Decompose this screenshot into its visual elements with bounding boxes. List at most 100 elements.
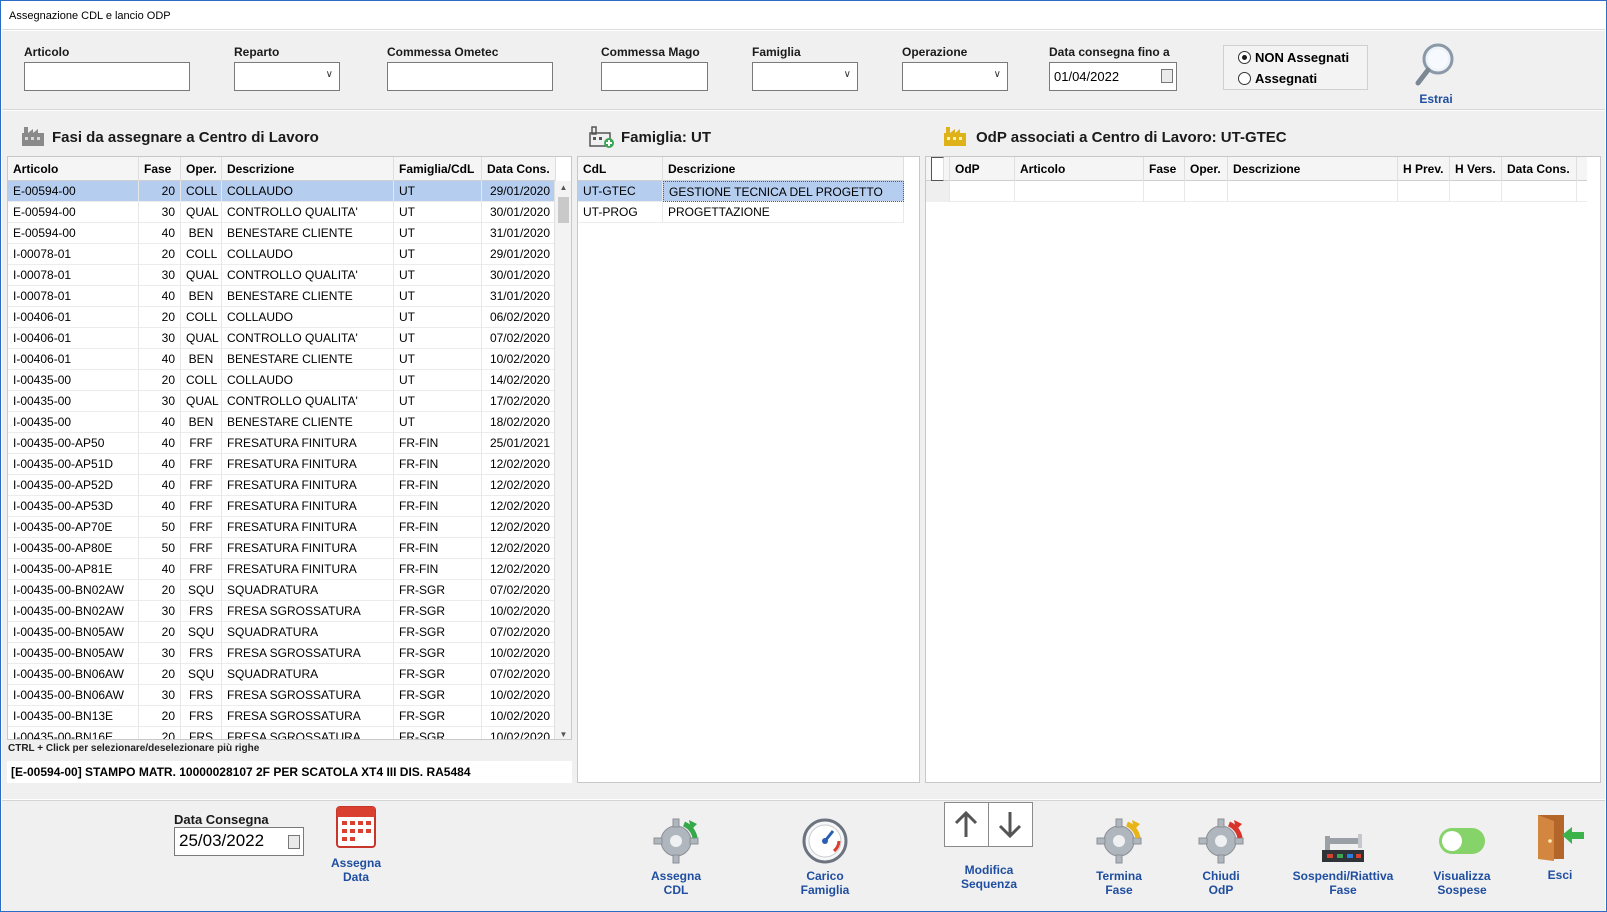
esci-button[interactable]: Esci xyxy=(1532,811,1588,882)
table-row[interactable]: I-00406-01 40 BEN BENESTARE CLIENTE UT 10/02/… xyxy=(8,349,556,370)
radio-non-assegnati[interactable]: NON Assegnati xyxy=(1238,50,1349,65)
odp-table[interactable]: OdP Articolo Fase Oper. Descrizione H Pr… xyxy=(925,156,1601,783)
col-h-vers[interactable]: H Vers. xyxy=(1450,157,1502,181)
exit-door-icon xyxy=(1538,815,1584,861)
cdl-row[interactable]: UT-PROG PROGETTAZIONE xyxy=(578,202,904,223)
col-oper[interactable]: Oper. xyxy=(181,157,222,181)
table-row[interactable]: I-00435-00-AP81E 40 FRF FRESATURA FINITURA F… xyxy=(8,559,556,580)
col-famiglia-cdl[interactable]: Famiglia/CdL xyxy=(394,157,482,181)
table-row[interactable]: I-00435-00-AP70E 50 FRF FRESATURA FINITURA F… xyxy=(8,517,556,538)
arrow-down-icon[interactable] xyxy=(988,802,1033,847)
col-data-cons[interactable]: Data Cons. xyxy=(482,157,556,181)
fasi-scrollbar[interactable]: ▲ ▼ xyxy=(554,181,571,739)
table-row[interactable]: I-00435-00 30 QUAL CONTROLLO QUALITA' UT 17/0… xyxy=(8,391,556,412)
table-row[interactable]: I-00406-01 30 QUAL CONTROLLO QUALITA' UT 07/0… xyxy=(8,328,556,349)
table-row[interactable]: I-00435-00-AP53D 40 FRF FRESATURA FINITURA F… xyxy=(8,496,556,517)
table-cell: 20 xyxy=(139,622,181,643)
table-row[interactable]: I-00406-01 20 COLL COLLAUDO UT 06/02/2020 xyxy=(8,307,556,328)
articolo-input[interactable] xyxy=(24,62,190,91)
table-cell: 07/02/2020 xyxy=(482,664,556,685)
table-cell: 30/01/2020 xyxy=(482,265,556,286)
commessa-mago-input[interactable] xyxy=(601,62,708,91)
table-cell: I-00435-00-BN16E xyxy=(8,727,139,739)
data-consegna-input[interactable]: 25/03/2022 xyxy=(174,827,304,856)
table-row[interactable]: I-00078-01 40 BEN BENESTARE CLIENTE UT 31/01/… xyxy=(8,286,556,307)
table-cell: FRESA SGROSSATURA xyxy=(222,601,394,622)
col-odp-articolo[interactable]: Articolo xyxy=(1015,157,1144,181)
assegna-cdl-label: Assegna CDL xyxy=(650,869,702,897)
table-row[interactable]: E-00594-00 20 COLL COLLAUDO UT 29/01/2020 xyxy=(8,181,556,202)
cdl-row[interactable]: UT-GTEC GESTIONE TECNICA DEL PROGETTO xyxy=(578,181,904,202)
radio-assegnati[interactable]: Assegnati xyxy=(1238,71,1317,86)
table-cell: SQU xyxy=(181,580,222,601)
table-row[interactable]: I-00435-00-BN16E 20 FRS FRESA SGROSSATURA FR… xyxy=(8,727,556,739)
sospendi-riattiva-button[interactable]: Sospendi/Riattiva Fase xyxy=(1285,816,1401,897)
table-row[interactable]: E-00594-00 40 BEN BENESTARE CLIENTE UT 31/01/… xyxy=(8,223,556,244)
col-descrizione[interactable]: Descrizione xyxy=(222,157,394,181)
table-cell: 20 xyxy=(139,706,181,727)
table-cell: 20 xyxy=(139,244,181,265)
assegna-cdl-button[interactable]: Assegna CDL xyxy=(640,816,712,897)
visualizza-sospese-button[interactable]: Visualizza Sospese xyxy=(1425,816,1499,897)
table-cell: FRS xyxy=(181,643,222,664)
col-cdl-descrizione[interactable]: Descrizione xyxy=(663,157,904,181)
termina-fase-button[interactable]: Termina Fase xyxy=(1082,816,1156,897)
arrow-up-icon[interactable] xyxy=(944,802,989,847)
modifica-sequenza-button[interactable]: Modifica Sequenza xyxy=(943,801,1035,891)
table-row[interactable]: I-00435-00-BN06AW 20 SQU SQUADRATURA FR-SGR 0… xyxy=(8,664,556,685)
table-row[interactable]: I-00435-00-AP52D 40 FRF FRESATURA FINITURA F… xyxy=(8,475,556,496)
operazione-select[interactable]: ∨ xyxy=(902,62,1008,91)
table-cell: QUAL xyxy=(181,328,222,349)
table-cell: FRF xyxy=(181,454,222,475)
col-odp-data-cons[interactable]: Data Cons. xyxy=(1502,157,1577,181)
carico-famiglia-button[interactable]: Carico Famiglia xyxy=(788,816,862,897)
calendar-icon[interactable] xyxy=(288,835,300,849)
scroll-up-icon[interactable]: ▲ xyxy=(555,183,571,192)
calendar-icon[interactable] xyxy=(1161,69,1173,83)
col-select-all[interactable] xyxy=(926,157,950,181)
assegna-data-button[interactable]: Assegna Data xyxy=(322,801,390,884)
col-cdl[interactable]: CdL xyxy=(578,157,663,181)
table-cell: FR-FIN xyxy=(394,475,482,496)
fasi-table[interactable]: Articolo Fase Oper. Descrizione Famiglia… xyxy=(7,156,572,740)
table-cell: 10/02/2020 xyxy=(482,601,556,622)
table-row[interactable]: I-00435-00 40 BEN BENESTARE CLIENTE UT 18/02/… xyxy=(8,412,556,433)
table-cell: 20 xyxy=(139,727,181,739)
col-odp[interactable]: OdP xyxy=(950,157,1015,181)
col-h-prev[interactable]: H Prev. xyxy=(1398,157,1450,181)
table-cell: 14/02/2020 xyxy=(482,370,556,391)
table-row[interactable]: I-00435-00-BN06AW 30 FRS FRESA SGROSSATURA F… xyxy=(8,685,556,706)
table-row[interactable]: I-00435-00-AP80E 50 FRF FRESATURA FINITURA F… xyxy=(8,538,556,559)
reparto-select[interactable]: ∨ xyxy=(234,62,340,91)
table-row[interactable]: I-00435-00 20 COLL COLLAUDO UT 14/02/2020 xyxy=(8,370,556,391)
checkbox-icon[interactable] xyxy=(931,157,944,181)
cdl-table[interactable]: CdL Descrizione UT-GTEC GESTIONE TECNICA… xyxy=(577,156,920,783)
visualizza-sospese-label: Visualizza Sospese xyxy=(1433,869,1491,897)
scroll-down-icon[interactable]: ▼ xyxy=(555,730,571,739)
commessa-ometec-input[interactable] xyxy=(387,62,553,91)
table-row[interactable]: I-00435-00-BN05AW 30 FRS FRESA SGROSSATURA F… xyxy=(8,643,556,664)
table-cell: SQU xyxy=(181,622,222,643)
table-row[interactable]: I-00078-01 20 COLL COLLAUDO UT 29/01/2020 xyxy=(8,244,556,265)
table-row[interactable]: I-00435-00-AP51D 40 FRF FRESATURA FINITURA F… xyxy=(8,454,556,475)
col-articolo[interactable]: Articolo xyxy=(8,157,139,181)
chiudi-odp-button[interactable]: Chiudi OdP xyxy=(1184,816,1258,897)
col-fase[interactable]: Fase xyxy=(139,157,181,181)
col-odp-oper[interactable]: Oper. xyxy=(1185,157,1228,181)
table-row[interactable]: I-00435-00-AP50 40 FRF FRESATURA FINITURA FR… xyxy=(8,433,556,454)
table-row[interactable]: E-00594-00 30 QUAL CONTROLLO QUALITA' UT 30/0… xyxy=(8,202,556,223)
table-cell: FR-SGR xyxy=(394,685,482,706)
table-cell: FR-FIN xyxy=(394,559,482,580)
table-row[interactable]: I-00435-00-BN02AW 20 SQU SQUADRATURA FR-SGR 0… xyxy=(8,580,556,601)
estrai-button[interactable]: Estrai xyxy=(1412,41,1460,106)
famiglia-select[interactable]: ∨ xyxy=(752,62,858,91)
table-row[interactable]: I-00078-01 30 QUAL CONTROLLO QUALITA' UT 30/0… xyxy=(8,265,556,286)
scroll-thumb[interactable] xyxy=(558,197,569,223)
data-consegna-filter-input[interactable]: 01/04/2022 xyxy=(1049,62,1177,91)
table-cell: FR-FIN xyxy=(394,433,482,454)
table-row[interactable]: I-00435-00-BN05AW 20 SQU SQUADRATURA FR-SGR 0… xyxy=(8,622,556,643)
col-odp-descrizione[interactable]: Descrizione xyxy=(1228,157,1398,181)
col-odp-fase[interactable]: Fase xyxy=(1144,157,1185,181)
table-row[interactable]: I-00435-00-BN02AW 30 FRS FRESA SGROSSATURA F… xyxy=(8,601,556,622)
table-row[interactable]: I-00435-00-BN13E 20 FRS FRESA SGROSSATURA FR… xyxy=(8,706,556,727)
